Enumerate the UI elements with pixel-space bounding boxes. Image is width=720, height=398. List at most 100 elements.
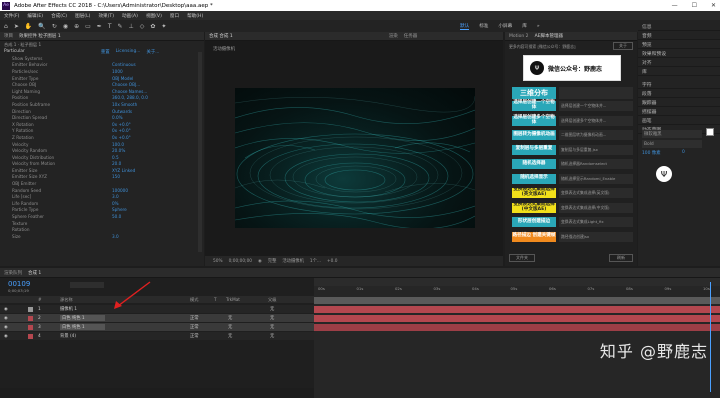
effect-property-value[interactable]: Outwards	[112, 109, 132, 114]
effect-property-value[interactable]: 150	[112, 174, 120, 179]
effect-property-row[interactable]: Velocity Distribution 0.5	[12, 154, 204, 161]
menu-layer[interactable]: 图层(L)	[75, 13, 90, 19]
effect-property-value[interactable]: 100.0	[112, 142, 124, 147]
effects-scrollbar[interactable]	[198, 52, 202, 252]
right-panel-item[interactable]: 对齐	[638, 58, 720, 67]
effect-property-row[interactable]: Velocity from Motion 20.0	[12, 161, 204, 168]
script-button[interactable]: 选择层创建多个空物体	[512, 115, 556, 126]
pan-behind-icon[interactable]: ⊕	[74, 23, 79, 30]
folder-button[interactable]: 文件夹	[509, 254, 535, 262]
three-d-distribute-button[interactable]: 三维分布	[512, 87, 556, 99]
camera-tool-icon[interactable]: ◉	[63, 23, 68, 30]
resolution-select[interactable]: 完整	[268, 258, 277, 264]
effect-property-row[interactable]: Emitter Size XYZ 150	[12, 174, 204, 181]
layer-track-bar[interactable]	[314, 315, 720, 322]
exposure-value[interactable]: +0.0	[327, 259, 337, 264]
layer-row[interactable]: ◉ 2 白色 纯色 1 正常 无 无	[0, 314, 314, 322]
effect-property-row[interactable]: Light Naming Choose Names...	[12, 88, 204, 95]
effect-property-value[interactable]: 360.0, 288.0, 0.0	[112, 95, 148, 100]
eye-icon[interactable]: ◉	[4, 307, 8, 312]
layer-mode[interactable]: 正常	[190, 333, 199, 339]
workspace-small-screen[interactable]: 小屏幕	[498, 23, 512, 29]
home-icon[interactable]: ⌂	[4, 23, 8, 30]
effect-property-row[interactable]: Emitter Type OBJ Model	[12, 75, 204, 82]
current-time[interactable]: 0;00;00;00	[229, 259, 252, 264]
tab-project[interactable]: 项目	[4, 33, 13, 39]
hand-tool-icon[interactable]: ✋	[25, 23, 32, 30]
rotate-tool-icon[interactable]: ↻	[52, 23, 57, 30]
effect-property-value[interactable]: 20.0%	[112, 148, 125, 153]
effect-property-value[interactable]: Choose OBJ...	[112, 82, 140, 87]
script-button[interactable]: 图层转为摄像机动画	[512, 130, 556, 140]
effect-property-value[interactable]: 100000	[112, 188, 128, 193]
right-panel-item[interactable]: 摇摆器	[638, 107, 720, 116]
effect-property-value[interactable]: XYZ Linked	[112, 168, 135, 173]
layer-trkmat[interactable]: 无	[228, 315, 232, 321]
stamp-tool-icon[interactable]: ⊥	[129, 23, 134, 30]
eye-icon[interactable]: ◉	[4, 316, 8, 321]
effect-property-row[interactable]: Size 3.0	[12, 233, 204, 240]
effect-property-value[interactable]: 3.0	[112, 194, 119, 199]
effect-property-row[interactable]: Z Rotation 0x +0.0°	[12, 134, 204, 141]
layer-parent[interactable]: 无	[270, 324, 274, 330]
effect-property-row[interactable]: Y Rotation 0x +0.0°	[12, 128, 204, 135]
zoom-level[interactable]: 50%	[213, 259, 223, 264]
layer-number[interactable]: 1	[38, 307, 41, 312]
script-button[interactable]: 路径描边 创建关键帧	[512, 231, 556, 242]
right-panel-item[interactable]: 库	[638, 67, 720, 76]
layer-search-input[interactable]	[70, 282, 104, 288]
layer-name[interactable]: 摄像机 1	[60, 306, 77, 312]
script-button[interactable]: 形状层创建描边	[512, 217, 556, 227]
tab-comp-timeline[interactable]: 合成 1	[28, 270, 41, 276]
layer-number[interactable]: 4	[38, 334, 41, 339]
font-family-select[interactable]: 微软雅黑	[642, 130, 702, 138]
menu-help[interactable]: 帮助(H)	[187, 13, 203, 19]
layer-parent[interactable]: 无	[270, 306, 274, 312]
effect-property-row[interactable]: Choose OBJ Choose OBJ...	[12, 81, 204, 88]
workspace-more[interactable]: »	[537, 24, 540, 29]
refresh-button[interactable]: 刷新	[609, 254, 633, 262]
effect-licensing-link[interactable]: Licensing...	[116, 49, 141, 54]
right-panel-item[interactable]: 跟踪器	[638, 98, 720, 107]
eraser-tool-icon[interactable]: ◇	[140, 23, 145, 30]
effect-property-row[interactable]: Position 360.0, 288.0, 0.0	[12, 95, 204, 102]
effect-property-value[interactable]: 3.0	[112, 234, 119, 239]
tab-script-manager[interactable]: AE脚本管理器	[535, 33, 563, 39]
right-panel-item[interactable]: 音频	[638, 31, 720, 40]
effect-property-value[interactable]: 0x +0.0°	[112, 128, 131, 133]
effect-property-value[interactable]: OBJ Model	[112, 76, 133, 81]
layer-track-bar[interactable]	[314, 297, 720, 304]
effect-property-row[interactable]: Texture	[12, 220, 204, 227]
layer-mode[interactable]: 正常	[190, 324, 199, 330]
effect-name[interactable]: Particular	[4, 49, 25, 54]
effect-property-value[interactable]: 0%	[112, 201, 119, 206]
brush-tool-icon[interactable]: ✎	[118, 23, 123, 30]
eye-icon[interactable]: ◉	[4, 334, 8, 339]
effect-property-value[interactable]: 20.0	[112, 161, 121, 166]
layer-parent[interactable]: 无	[270, 333, 274, 339]
effect-property-row[interactable]: Life Random 0%	[12, 200, 204, 207]
right-panel-item[interactable]: 效果和预设	[638, 49, 720, 58]
layer-trkmat[interactable]: 无	[228, 333, 232, 339]
timecode-display[interactable]: 00109	[8, 280, 30, 288]
close-button[interactable]: ✕	[711, 2, 716, 9]
menu-effect[interactable]: 效果(T)	[98, 13, 114, 19]
view-count-select[interactable]: 1个...	[310, 258, 321, 264]
right-panel-item[interactable]: 字符	[638, 80, 720, 89]
layer-name[interactable]: 白色 纯色 1	[60, 315, 105, 321]
work-area-bar[interactable]	[314, 278, 720, 286]
effect-property-value[interactable]: 1000	[112, 69, 123, 74]
layer-name[interactable]: 白色 纯色 1	[60, 324, 105, 330]
effect-property-value[interactable]: 0.0%	[112, 115, 123, 120]
tab-render[interactable]: 渲染	[389, 33, 398, 39]
minimize-button[interactable]: —	[672, 2, 678, 9]
script-button[interactable]: 变换表达式集成选择(英文版AE)	[512, 187, 556, 198]
effect-property-value[interactable]: 50.0	[112, 214, 121, 219]
layer-trkmat[interactable]: 无	[228, 324, 232, 330]
layer-row[interactable]: ◉ 3 白色 纯色 1 正常 无 无	[0, 323, 314, 331]
menu-file[interactable]: 文件(F)	[4, 13, 19, 19]
script-button[interactable]: 选择层创建一个空物体	[512, 100, 556, 111]
layer-track-bar[interactable]	[314, 324, 720, 331]
menu-view[interactable]: 视图(V)	[146, 13, 162, 19]
effect-property-row[interactable]: Rotation	[12, 226, 204, 233]
